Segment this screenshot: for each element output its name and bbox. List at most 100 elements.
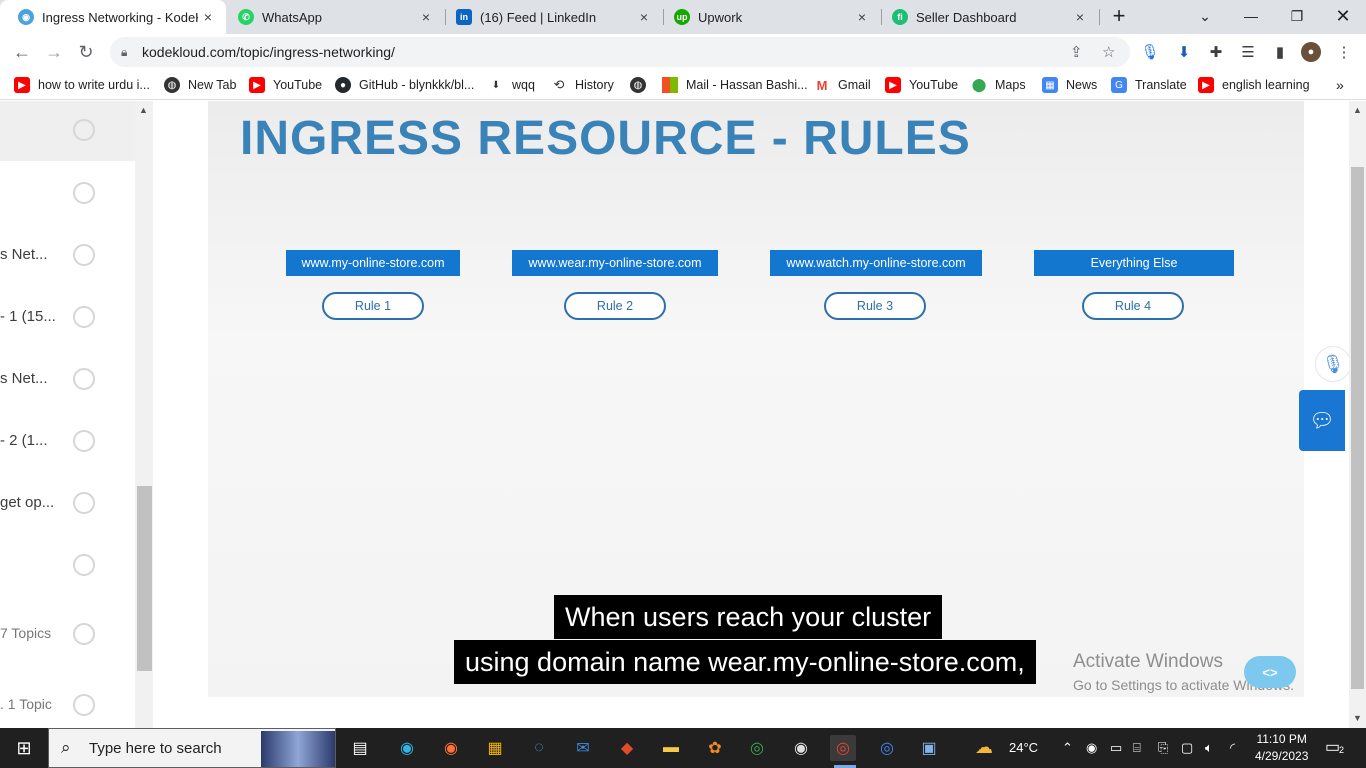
firefox-icon[interactable]: ◉ — [438, 735, 464, 761]
bookmark-item[interactable]: G Translate — [1111, 76, 1187, 94]
taskbar-search-box[interactable]: ⌕ Type here to search — [48, 728, 336, 768]
bookmark-item[interactable]: ▦ News — [1042, 76, 1097, 94]
reload-icon[interactable]: ↻ — [72, 38, 100, 66]
chrome-profile-icon[interactable]: ◎ — [874, 735, 900, 761]
lesson-item[interactable]: . 1 Topic — [0, 686, 135, 726]
lesson-item[interactable]: s Net... — [0, 360, 135, 400]
tab-search-icon[interactable]: ⌄ — [1182, 0, 1228, 32]
bookmark-item[interactable]: ▶ YouTube — [249, 76, 322, 94]
completion-circle[interactable] — [73, 694, 95, 716]
microphone-extension-icon[interactable]: 🎙︎ — [1140, 42, 1160, 62]
close-tab-icon[interactable]: × — [852, 9, 872, 25]
completion-circle[interactable] — [73, 623, 95, 645]
share-icon[interactable]: ⇪ — [1070, 43, 1083, 61]
weather-icon[interactable]: ☁ — [975, 737, 993, 758]
completion-circle[interactable] — [73, 492, 95, 514]
minimize-icon[interactable]: — — [1228, 0, 1274, 32]
lesson-item[interactable]: 7 Topics — [0, 615, 135, 655]
volume-icon[interactable]: 🔈︎ — [1205, 740, 1213, 756]
forward-icon[interactable]: → — [40, 38, 68, 66]
bookmark-item[interactable]: ⬤ Maps — [971, 76, 1026, 94]
bookmark-item[interactable]: ● GitHub - blynkkk/bl... — [335, 76, 474, 94]
sidebar-scrollbar-thumb[interactable] — [137, 486, 152, 671]
app-tray-icon[interactable]: ◉ — [1086, 740, 1097, 756]
camera-icon[interactable]: ◉ — [788, 735, 814, 761]
close-tab-icon[interactable]: × — [198, 9, 218, 25]
bookmark-item[interactable]: ▶ YouTube — [885, 76, 958, 94]
tab-upwork[interactable]: up Upwork × — [664, 0, 880, 34]
close-tab-icon[interactable]: × — [416, 9, 436, 25]
profile-avatar[interactable]: ● — [1301, 42, 1321, 62]
address-bar[interactable]: 🔒︎ kodekloud.com/topic/ingress-networkin… — [110, 37, 1130, 67]
download-extension-icon[interactable]: ⬇ — [1174, 42, 1194, 62]
bookmark-star-icon[interactable]: ☆ — [1102, 43, 1115, 61]
photos-icon[interactable]: ▣ — [916, 735, 942, 761]
completion-circle[interactable] — [73, 554, 95, 576]
bookmark-item[interactable]: ⬇ wqq — [488, 76, 535, 94]
url-text[interactable]: kodekloud.com/topic/ingress-networking/ — [142, 44, 395, 60]
lesson-item[interactable]: - 1 (15... — [0, 298, 135, 338]
close-tab-icon[interactable]: × — [634, 9, 654, 25]
app-icon[interactable]: ✿ — [702, 735, 728, 761]
microphone-icon[interactable]: 🎙︎ — [1315, 346, 1351, 382]
system-clock[interactable]: 11:10 PM 4/29/2023 — [1255, 731, 1308, 765]
edge-icon[interactable]: ◉ — [394, 735, 420, 761]
completion-circle[interactable] — [73, 368, 95, 390]
mail-icon[interactable]: ✉ — [570, 735, 596, 761]
network-device-icon[interactable]: ⌸ — [1133, 740, 1141, 756]
lesson-item[interactable] — [0, 111, 135, 151]
close-tab-icon[interactable]: × — [1070, 9, 1090, 25]
page-scroll-up-icon[interactable]: ▲ — [1353, 105, 1362, 115]
completion-circle[interactable] — [73, 244, 95, 266]
completion-circle[interactable] — [73, 430, 95, 452]
lesson-item[interactable]: s Net... — [0, 236, 135, 276]
file-explorer-icon[interactable]: ▬ — [658, 735, 684, 761]
lesson-item[interactable]: - 2 (1... — [0, 422, 135, 462]
weather-temperature[interactable]: 24°C — [1009, 740, 1038, 755]
side-panel-icon[interactable]: ▮ — [1270, 42, 1290, 62]
chrome-icon[interactable]: ◎ — [744, 735, 770, 761]
new-tab-button[interactable]: + — [1096, 0, 1142, 32]
bookmark-item[interactable]: Mail - Hassan Bashi... — [662, 76, 808, 94]
back-icon[interactable]: ← — [8, 38, 36, 66]
bookmark-item[interactable]: ⟲ History — [551, 76, 614, 94]
lock-icon[interactable]: 🔒︎ — [121, 45, 127, 60]
bookmarks-overflow-icon[interactable]: » — [1336, 76, 1344, 94]
menu-icon[interactable]: ⋮ — [1334, 42, 1354, 62]
completion-circle[interactable] — [73, 182, 95, 204]
bookmark-item[interactable]: ▶ how to write urdu i... — [14, 76, 150, 94]
battery-icon[interactable]: ▭ — [1110, 740, 1122, 756]
windows-start-icon[interactable]: ⊞ — [11, 735, 37, 761]
lesson-item[interactable] — [0, 174, 135, 214]
chrome-profile-icon[interactable]: ◎ — [830, 735, 856, 761]
lesson-video-player[interactable]: INGRESS RESOURCE - RULES www.my-online-s… — [208, 101, 1304, 697]
bookmark-item[interactable]: ◍ New Tab — [164, 76, 236, 94]
close-window-icon[interactable]: ✕ — [1320, 0, 1366, 32]
kodekloud-logo-icon[interactable]: <> — [1244, 656, 1296, 688]
scroll-up-arrow-icon[interactable]: ▲ — [139, 105, 148, 115]
notification-icon[interactable]: ▭ — [1325, 737, 1340, 757]
reading-list-icon[interactable]: ☰ — [1238, 42, 1258, 62]
completion-circle[interactable] — [73, 306, 95, 328]
wifi-icon[interactable]: ◜ — [1230, 740, 1235, 756]
tab-linkedin[interactable]: in (16) Feed | LinkedIn × — [446, 0, 662, 34]
usb-icon[interactable]: ⎘ — [1158, 740, 1168, 756]
lesson-item[interactable] — [0, 546, 135, 586]
store-icon[interactable]: ▦ — [482, 735, 508, 761]
bookmark-item[interactable]: ◍ — [630, 76, 654, 94]
tab-whatsapp[interactable]: ✆ WhatsApp × — [228, 0, 444, 34]
show-hidden-icons[interactable]: ⌃ — [1062, 740, 1073, 756]
tab-seller-dashboard[interactable]: fi Seller Dashboard × — [882, 0, 1098, 34]
app-icon[interactable]: ◆ — [614, 735, 640, 761]
page-scroll-down-icon[interactable]: ▼ — [1353, 713, 1362, 723]
tab-kodekloud[interactable]: ◉ Ingress Networking - KodeKl × — [0, 0, 226, 34]
chat-bubble-icon[interactable]: 💬︎ — [1299, 390, 1345, 451]
page-scrollbar-thumb[interactable] — [1351, 167, 1364, 689]
bookmark-item[interactable]: ▶ english learning — [1198, 76, 1310, 94]
extensions-icon[interactable]: ✚ — [1206, 42, 1226, 62]
task-view-icon[interactable]: ▤ — [347, 735, 373, 761]
completion-circle[interactable] — [73, 119, 95, 141]
phone-icon[interactable]: ◌ — [526, 735, 552, 761]
restore-icon[interactable]: ❐ — [1274, 0, 1320, 32]
bookmark-item[interactable]: M Gmail — [814, 76, 871, 94]
